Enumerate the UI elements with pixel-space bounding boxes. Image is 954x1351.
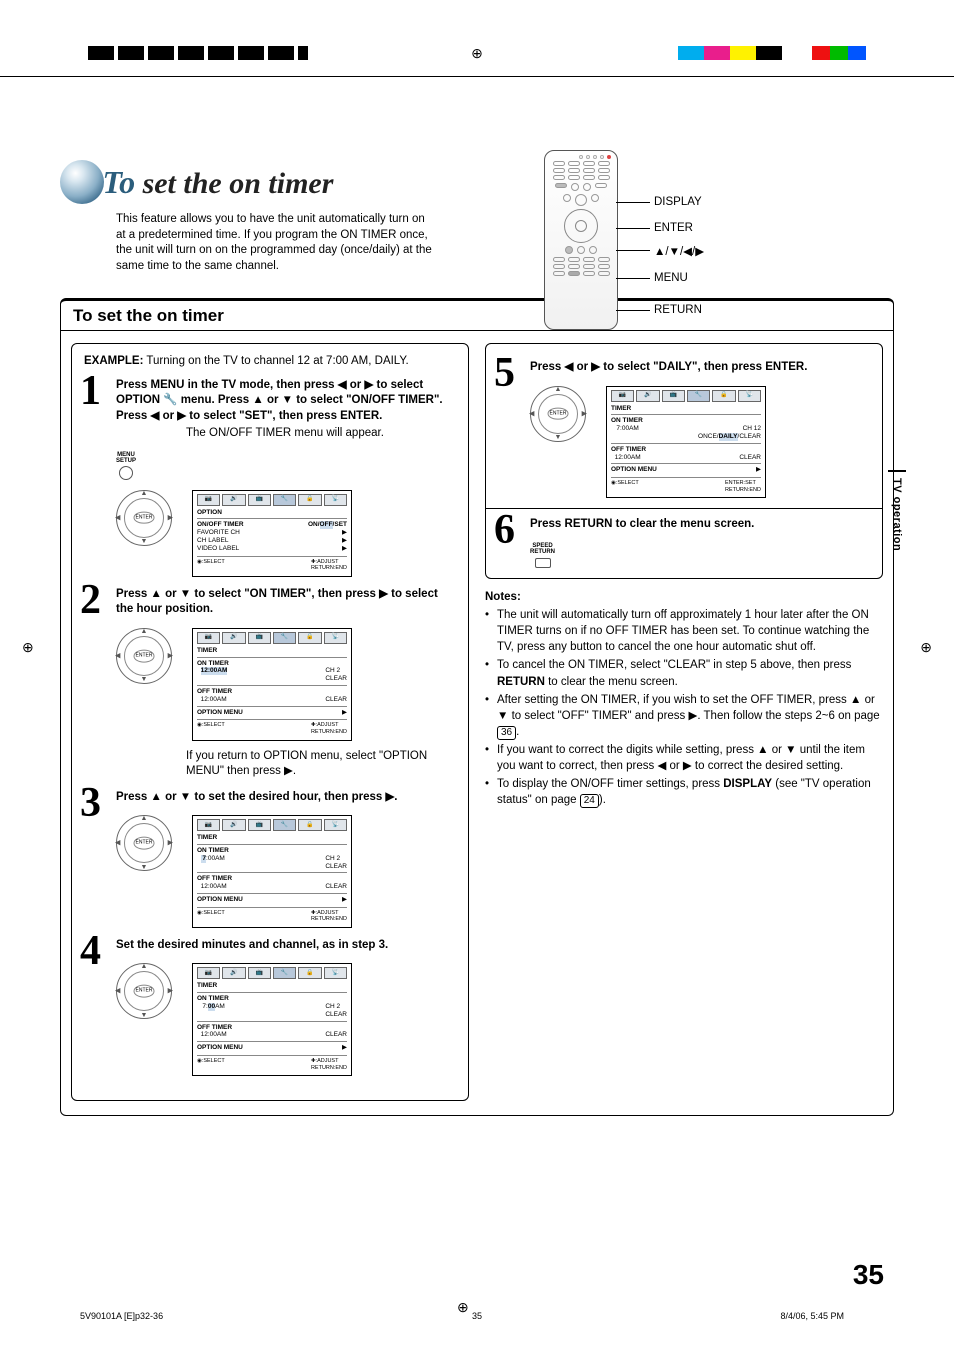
side-tab: TV operation: [888, 470, 906, 557]
step-4: 4 Set the desired minutes and channel, a…: [84, 938, 456, 1076]
step-1-num: 1: [80, 370, 101, 412]
step-3: 3 Press ▲ or ▼ to set the desired hour, …: [84, 790, 456, 928]
step-6: 6 Press RETURN to clear the menu screen.…: [498, 517, 870, 568]
registration-cross-left: ⊕: [22, 640, 34, 657]
remote-label-arrows: ▲/▼/◀/▶: [654, 244, 704, 258]
step-3-body: Press ▲ or ▼ to set the desired hour, th…: [116, 790, 456, 806]
dpad-icon: ENTER ▲▼◀▶: [116, 815, 172, 871]
footer-left: 5V90101A [E]p32-36: [80, 1311, 163, 1321]
step-3-num: 3: [80, 782, 101, 824]
note-5: To display the ON/OFF timer settings, pr…: [485, 776, 883, 808]
menu-setup-icon: MENU SETUP: [116, 452, 136, 480]
section-body: EXAMPLE: Turning on the TV to channel 12…: [60, 331, 894, 1116]
remote-icon: [544, 150, 618, 330]
osd-step-5: 📷🔊📺🔧🔒📡 TIMER ON TIMER 7:00AMCH 12 ONCE/D…: [606, 386, 766, 499]
example-label: EXAMPLE:: [84, 355, 143, 367]
step-2-num: 2: [80, 579, 101, 621]
step-5: 5 Press ◀ or ▶ to select "DAILY", then p…: [498, 360, 870, 498]
step-4-num: 4: [80, 930, 101, 972]
heading-to: To: [102, 164, 135, 200]
example: EXAMPLE: Turning on the TV to channel 12…: [84, 354, 456, 370]
dpad-icon: ENTER ▲▼◀▶: [116, 628, 172, 684]
return-button-icon: SPEED RETURN: [530, 543, 555, 568]
note-3: After setting the ON TIMER, if you wish …: [485, 692, 883, 740]
note-1: The unit will automatically turn off app…: [485, 607, 883, 655]
remote-diagram: DISPLAY ENTER ▲/▼/◀/▶ MENU RETURN: [544, 150, 794, 350]
osd-step-1: 📷🔊📺🔧🔒📡 OPTION ON/OFF TIMERON/OFF/SET FAV…: [192, 490, 352, 577]
step-1: 1 Press MENU in the TV mode, then press …: [84, 378, 456, 577]
registration-cross-right: ⊕: [920, 640, 932, 657]
step-1-body: Press MENU in the TV mode, then press ◀ …: [116, 378, 456, 425]
step-5-num: 5: [494, 352, 515, 394]
notes-label: Notes:: [485, 591, 521, 603]
dpad-icon: ENTER ▲▼◀▶: [530, 386, 586, 442]
step-6-num: 6: [494, 509, 515, 551]
step-1-sub: The ON/OFF TIMER menu will appear.: [186, 426, 456, 442]
osd-step-4: 📷🔊📺🔧🔒📡 TIMER ON TIMER 7:00AMCH 2CLEAR OF…: [192, 963, 352, 1076]
footer-center: 35: [472, 1311, 482, 1321]
step-2-sub: If you return to OPTION menu, select "OP…: [186, 749, 456, 780]
dpad-icon: ENTER ▲▼◀▶: [116, 490, 172, 546]
note-4: If you want to correct the digits while …: [485, 742, 883, 774]
osd-step-2: 📷🔊📺🔧🔒📡 TIMER ON TIMER 12:00AMCH 2CLEAR O…: [192, 628, 352, 741]
intro-text: This feature allows you to have the unit…: [116, 212, 436, 274]
step-6-body: Press RETURN to clear the menu screen.: [530, 517, 870, 533]
step-2-body: Press ▲ or ▼ to select "ON TIMER", then …: [116, 587, 456, 618]
note-2: To cancel the ON TIMER, select "CLEAR" i…: [485, 657, 883, 689]
sphere-bullet: [60, 160, 104, 204]
heading-rest: set the on timer: [135, 167, 333, 200]
remote-label-display: DISPLAY: [654, 196, 702, 208]
registration-cross-bottom: ⊕: [457, 1300, 469, 1317]
footer-right: 8/4/06, 5:45 PM: [780, 1311, 844, 1321]
osd-step-3: 📷🔊📺🔧🔒📡 TIMER ON TIMER 7:00AMCH 2CLEAR OF…: [192, 815, 352, 928]
example-text: Turning on the TV to channel 12 at 7:00 …: [143, 355, 408, 367]
remote-label-return: RETURN: [654, 304, 702, 316]
notes: Notes: The unit will automatically turn …: [485, 589, 883, 808]
remote-label-enter: ENTER: [654, 222, 693, 234]
step-2: 2 Press ▲ or ▼ to select "ON TIMER", the…: [84, 587, 456, 780]
step-5-body: Press ◀ or ▶ to select "DAILY", then pre…: [530, 360, 870, 376]
step-4-body: Set the desired minutes and channel, as …: [116, 938, 456, 954]
dpad-icon: ENTER ▲▼◀▶: [116, 963, 172, 1019]
remote-label-menu: MENU: [654, 272, 688, 284]
page-number: 35: [853, 1259, 884, 1291]
